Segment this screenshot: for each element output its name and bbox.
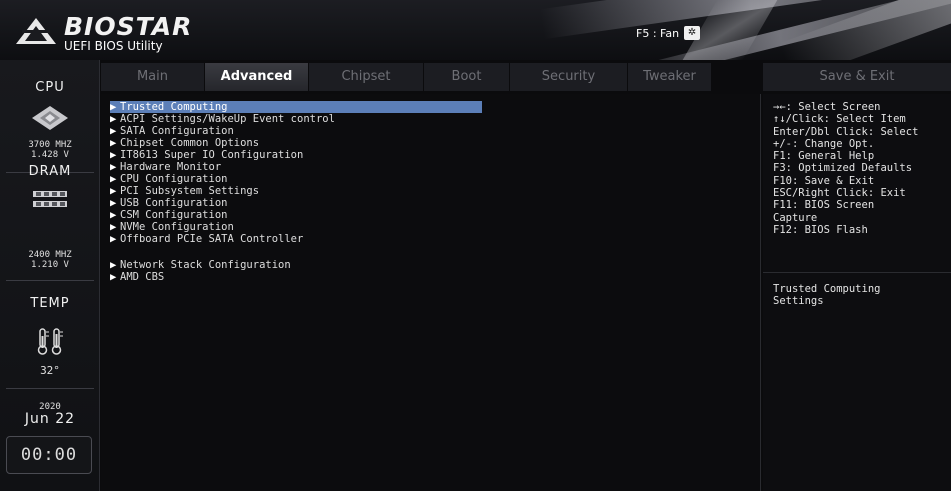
- submenu-arrow-icon: ▶: [110, 161, 117, 173]
- temp-label: TEMP: [30, 296, 70, 311]
- submenu-arrow-icon: ▶: [110, 185, 117, 197]
- menu-item-sata-configuration[interactable]: ▶ SATA Configuration: [110, 125, 234, 137]
- brand-name: BIOSTAR: [64, 12, 193, 41]
- biostar-logo-icon: [16, 18, 56, 44]
- menu-item-hardware-monitor[interactable]: ▶ Hardware Monitor: [110, 161, 221, 173]
- help-key-line: F3: Optimized Defaults: [773, 162, 913, 175]
- date-readout: 2020 Jun 22: [0, 402, 100, 426]
- tab-tweaker[interactable]: Tweaker: [628, 63, 712, 91]
- fan-icon: ✲: [684, 26, 701, 40]
- submenu-arrow-icon: ▶: [110, 197, 117, 209]
- menu-item-label: Trusted Computing: [120, 101, 228, 113]
- header-banner: BIOSTAR UEFI BIOS Utility F5 : Fan ✲: [0, 0, 951, 60]
- menu-item-label: Chipset Common Options: [120, 137, 260, 149]
- help-panel: →←: Select Screen ↑↓/Click: Select Item …: [763, 94, 951, 491]
- cpu-section: CPU: [0, 80, 100, 95]
- submenu-arrow-icon: ▶: [110, 149, 117, 161]
- help-key-line: Capture: [773, 211, 818, 224]
- menu-item-nvme-configuration[interactable]: ▶ NVMe Configuration: [110, 221, 234, 233]
- submenu-arrow-icon: ▶: [110, 209, 117, 221]
- cpu-chip-icon: [0, 104, 100, 136]
- submenu-arrow-icon: ▶: [110, 101, 117, 113]
- menu-item-label: CPU Configuration: [120, 173, 228, 185]
- dram-voltage: 1.210 V: [31, 260, 69, 270]
- menu-item-acpi-settings[interactable]: ▶ ACPI Settings/WakeUp Event control: [110, 113, 335, 125]
- date-value: Jun 22: [24, 411, 76, 427]
- system-status-sidebar: CPU 3700 MHZ 1.428 V DRAM 2400 MHZ 1.210…: [0, 60, 100, 491]
- menu-item-usb-configuration[interactable]: ▶ USB Configuration: [110, 197, 227, 209]
- temp-value: 32°: [40, 364, 60, 377]
- cpu-label: CPU: [35, 80, 65, 95]
- menu-item-pci-subsystem-settings[interactable]: ▶ PCI Subsystem Settings: [110, 185, 259, 197]
- menu-item-label: USB Configuration: [120, 197, 228, 209]
- description-line: Trusted Computing: [773, 283, 881, 295]
- help-key-line: ↑↓/Click: Select Item: [773, 113, 906, 126]
- temp-readout: 32°: [0, 364, 100, 377]
- cpu-voltage: 1.428 V: [31, 150, 69, 160]
- submenu-arrow-icon: ▶: [110, 173, 117, 185]
- cpu-readout: 3700 MHZ 1.428 V: [0, 140, 100, 160]
- menu-item-amd-cbs[interactable]: ▶ AMD CBS: [110, 271, 164, 283]
- menu-item-label: Hardware Monitor: [120, 161, 222, 173]
- tab-security[interactable]: Security: [510, 63, 628, 91]
- temp-section: TEMP: [0, 296, 100, 311]
- submenu-arrow-icon: ▶: [110, 271, 117, 283]
- tab-boot[interactable]: Boot: [424, 63, 510, 91]
- cpu-frequency: 3700 MHZ: [28, 140, 72, 150]
- help-divider: [763, 272, 951, 273]
- biostar-logo: BIOSTAR UEFI BIOS Utility: [14, 12, 204, 56]
- sidebar-divider: [6, 280, 94, 281]
- help-key-line: F12: BIOS Flash: [773, 223, 868, 236]
- sidebar-divider: [6, 388, 94, 389]
- dram-section: DRAM: [0, 164, 100, 179]
- advanced-menu-panel: ▶ Trusted Computing ▶ ACPI Settings/WakeUp…: [101, 94, 761, 491]
- menu-item-network-stack-configuration[interactable]: ▶ Network Stack Configuration: [110, 259, 291, 271]
- tab-main[interactable]: Main: [101, 63, 205, 91]
- menu-item-label: PCI Subsystem Settings: [120, 185, 260, 197]
- submenu-arrow-icon: ▶: [110, 137, 117, 149]
- menu-item-cpu-configuration[interactable]: ▶ CPU Configuration: [110, 173, 227, 185]
- menu-item-label: IT8613 Super IO Configuration: [120, 149, 304, 161]
- key-help-list: →←: Select Screen ↑↓/Click: Select Item …: [773, 101, 951, 236]
- help-key-line: F11: BIOS Screen: [773, 199, 875, 212]
- dram-frequency: 2400 MHZ: [28, 250, 72, 260]
- menu-item-label: Network Stack Configuration: [120, 259, 291, 271]
- help-key-line: →←: Select Screen: [773, 101, 881, 113]
- menu-item-label: Offboard PCIe SATA Controller: [120, 233, 304, 245]
- brand-subtitle: UEFI BIOS Utility: [64, 39, 163, 53]
- submenu-arrow-icon: ▶: [110, 233, 117, 245]
- menu-item-label: AMD CBS: [120, 271, 165, 283]
- submenu-arrow-icon: ▶: [110, 221, 117, 233]
- help-key-line: Enter/Dbl Click: Select: [773, 125, 919, 138]
- menu-item-csm-configuration[interactable]: ▶ CSM Configuration: [110, 209, 227, 221]
- fan-shortcut-label: F5 : Fan: [636, 26, 680, 40]
- menu-item-label: ACPI Settings/WakeUp Event control: [120, 113, 335, 125]
- tab-advanced[interactable]: Advanced: [205, 63, 309, 91]
- help-key-line: F10: Save & Exit: [773, 174, 875, 187]
- menu-item-super-io-configuration[interactable]: ▶ IT8613 Super IO Configuration: [110, 149, 303, 161]
- submenu-arrow-icon: ▶: [110, 125, 117, 137]
- menu-item-label: SATA Configuration: [120, 125, 234, 137]
- fan-control-shortcut[interactable]: F5 : Fan ✲: [636, 26, 701, 40]
- help-key-line: +/-: Change Opt.: [773, 137, 875, 150]
- submenu-arrow-icon: ▶: [110, 259, 117, 271]
- menu-item-offboard-pcie-sata[interactable]: ▶ Offboard PCIe SATA Controller: [110, 233, 303, 245]
- item-description: Trusted Computing Settings: [773, 283, 943, 308]
- menu-item-label: NVMe Configuration: [120, 221, 234, 233]
- dram-readout: 2400 MHZ 1.210 V: [0, 250, 100, 270]
- tab-chipset[interactable]: Chipset: [309, 63, 424, 91]
- menu-item-chipset-common-options[interactable]: ▶ Chipset Common Options: [110, 137, 259, 149]
- menu-tab-bar: Main Advanced Chipset Boot Security Twea…: [101, 63, 761, 91]
- submenu-arrow-icon: ▶: [110, 113, 117, 125]
- time-display: 00:00: [6, 436, 92, 474]
- menu-item-trusted-computing[interactable]: ▶ Trusted Computing: [110, 101, 482, 113]
- help-key-line: ESC/Right Click: Exit: [773, 187, 906, 200]
- dram-label: DRAM: [28, 164, 72, 179]
- dram-module-icon: [0, 188, 100, 214]
- tab-save-exit[interactable]: Save & Exit: [763, 63, 951, 91]
- help-key-line: F1: General Help: [773, 150, 875, 163]
- menu-item-label: CSM Configuration: [120, 209, 228, 221]
- description-line: Settings: [773, 295, 824, 308]
- thermometer-icon: [0, 326, 100, 360]
